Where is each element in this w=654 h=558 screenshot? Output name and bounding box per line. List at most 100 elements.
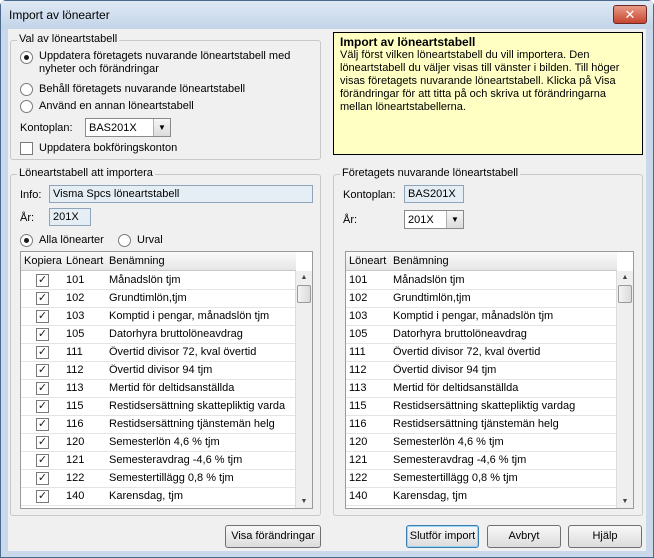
scroll-up-icon[interactable]: ▲ bbox=[617, 271, 633, 284]
copy-checkbox[interactable]: ✓ bbox=[36, 274, 49, 287]
salary-name: Restidsersättning tjänstemän helg bbox=[393, 418, 559, 430]
update-accounts-label: Uppdatera bokföringskonton bbox=[39, 142, 178, 154]
salary-code: 113 bbox=[349, 382, 367, 394]
import-info-field: Visma Spcs löneartstabell bbox=[49, 185, 313, 203]
scroll-thumb[interactable] bbox=[297, 285, 311, 303]
salary-code: 113 bbox=[66, 382, 84, 394]
salary-code: 121 bbox=[349, 454, 368, 466]
import-table-header: Kopiera Löneart Benämning bbox=[21, 252, 296, 271]
table-row[interactable]: 112 Övertid divisor 94 tjm bbox=[346, 362, 617, 380]
salary-name: Övertid divisor 72, kval övertid bbox=[109, 346, 257, 358]
salary-code: 112 bbox=[349, 364, 367, 376]
table-row[interactable]: 120 Semesterlön 4,6 % tjm bbox=[346, 434, 617, 452]
current-year-value: 201X bbox=[408, 214, 434, 226]
copy-checkbox[interactable]: ✓ bbox=[36, 346, 49, 359]
import-table-legend: Löneartstabell att importera bbox=[17, 167, 155, 179]
column-header-copy[interactable]: Kopiera bbox=[24, 255, 62, 267]
salary-name: Semesterlön 4,6 % tjm bbox=[109, 436, 220, 448]
import-table-scrollbar[interactable]: ▲ ▼ bbox=[295, 271, 312, 508]
import-dialog: Import av lönearter ✕ Val av löneartstab… bbox=[0, 0, 654, 558]
salary-code: 140 bbox=[66, 490, 85, 502]
table-row[interactable]: ✓ 101 Månadslön tjm bbox=[21, 272, 296, 290]
copy-checkbox[interactable]: ✓ bbox=[36, 310, 49, 323]
table-row[interactable]: ✓ 115 Restidsersättning skattepliktig vard… bbox=[21, 398, 296, 416]
salary-code: 120 bbox=[349, 436, 368, 448]
table-row[interactable]: ✓ 105 Datorhyra bruttolöneavdrag bbox=[21, 326, 296, 344]
salary-code: 120 bbox=[66, 436, 85, 448]
copy-checkbox[interactable]: ✓ bbox=[36, 328, 49, 341]
dialog-body: Val av löneartstabell Uppdatera företage… bbox=[8, 29, 646, 551]
scroll-down-icon[interactable]: ▼ bbox=[617, 495, 633, 508]
table-row[interactable]: 140 Karensdag, tjm bbox=[346, 488, 617, 506]
table-row[interactable]: ✓ 112 Övertid divisor 94 tjm bbox=[21, 362, 296, 380]
salary-name: Grundtimlön,tjm bbox=[109, 292, 187, 304]
update-accounts-checkbox[interactable] bbox=[20, 142, 33, 155]
salary-code: 116 bbox=[66, 418, 84, 430]
salary-name: Övertid divisor 72, kval övertid bbox=[393, 346, 541, 358]
table-row[interactable]: ✓ 116 Restidsersättning tjänstemän helg bbox=[21, 416, 296, 434]
copy-checkbox[interactable]: ✓ bbox=[36, 472, 49, 485]
finish-import-button[interactable]: Slutför import bbox=[406, 525, 479, 548]
salary-name: Mertid för deltidsanställda bbox=[393, 382, 519, 394]
scroll-down-icon[interactable]: ▼ bbox=[296, 495, 312, 508]
column-header-code[interactable]: Löneart bbox=[66, 255, 103, 267]
copy-checkbox[interactable]: ✓ bbox=[36, 436, 49, 449]
copy-checkbox[interactable]: ✓ bbox=[36, 364, 49, 377]
table-row[interactable]: ✓ 140 Karensdag, tjm bbox=[21, 488, 296, 506]
table-row[interactable]: 116 Restidsersättning tjänstemän helg bbox=[346, 416, 617, 434]
table-row[interactable]: 105 Datorhyra bruttolöneavdrag bbox=[346, 326, 617, 344]
salary-name: Månadslön tjm bbox=[393, 274, 465, 286]
selection-radio[interactable] bbox=[118, 234, 131, 247]
table-row[interactable]: 113 Mertid för deltidsanställda bbox=[346, 380, 617, 398]
column-header-code[interactable]: Löneart bbox=[349, 255, 386, 267]
import-table-grid: Kopiera Löneart Benämning ✓ 101 Månadslön … bbox=[20, 251, 313, 509]
table-row[interactable]: ✓ 103 Komptid i pengar, månadslön tjm bbox=[21, 308, 296, 326]
salary-code: 122 bbox=[349, 472, 368, 484]
current-table-scrollbar[interactable]: ▲ ▼ bbox=[616, 271, 633, 508]
salary-code: 105 bbox=[349, 328, 368, 340]
table-row[interactable]: ✓ 122 Semestertillägg 0,8 % tjm bbox=[21, 470, 296, 488]
all-salary-types-radio[interactable] bbox=[20, 234, 33, 247]
help-button[interactable]: Hjälp bbox=[568, 525, 642, 548]
salary-name: Månadslön tjm bbox=[109, 274, 181, 286]
copy-checkbox[interactable]: ✓ bbox=[36, 292, 49, 305]
scroll-thumb[interactable] bbox=[618, 285, 632, 303]
table-row[interactable]: ✓ 121 Semesteravdrag -4,6 % tjm bbox=[21, 452, 296, 470]
current-year-select[interactable]: 201X ▼ bbox=[404, 210, 464, 229]
copy-checkbox[interactable]: ✓ bbox=[36, 418, 49, 431]
table-row[interactable]: 115 Restidsersättning skattepliktig varda… bbox=[346, 398, 617, 416]
table-row[interactable]: 101 Månadslön tjm bbox=[346, 272, 617, 290]
salary-code: 140 bbox=[349, 490, 368, 502]
cancel-button[interactable]: Avbryt bbox=[487, 525, 561, 548]
update-table-radio[interactable] bbox=[20, 51, 33, 64]
table-row[interactable]: ✓ 113 Mertid för deltidsanställda bbox=[21, 380, 296, 398]
scroll-up-icon[interactable]: ▲ bbox=[296, 271, 312, 284]
column-header-name[interactable]: Benämning bbox=[393, 255, 449, 267]
copy-checkbox[interactable]: ✓ bbox=[36, 382, 49, 395]
salary-name: Grundtimlön,tjm bbox=[393, 292, 471, 304]
column-header-name[interactable]: Benämning bbox=[109, 255, 165, 267]
table-row[interactable]: 121 Semesteravdrag -4,6 % tjm bbox=[346, 452, 617, 470]
close-button[interactable]: ✕ bbox=[613, 5, 647, 24]
table-row[interactable]: ✓ 120 Semesterlön 4,6 % tjm bbox=[21, 434, 296, 452]
copy-checkbox[interactable]: ✓ bbox=[36, 490, 49, 503]
help-info-panel: Import av löneartstabell Välj först vilk… bbox=[333, 32, 643, 155]
other-table-radio[interactable] bbox=[20, 100, 33, 113]
table-row[interactable]: ✓ 102 Grundtimlön,tjm bbox=[21, 290, 296, 308]
keep-table-radio[interactable] bbox=[20, 83, 33, 96]
copy-checkbox[interactable]: ✓ bbox=[36, 400, 49, 413]
copy-checkbox[interactable]: ✓ bbox=[36, 454, 49, 467]
current-kontoplan-label: Kontoplan: bbox=[343, 189, 396, 201]
table-row[interactable]: 111 Övertid divisor 72, kval övertid bbox=[346, 344, 617, 362]
table-row[interactable]: 103 Komptid i pengar, månadslön tjm bbox=[346, 308, 617, 326]
table-row[interactable]: 122 Semestertillägg 0,8 % tjm bbox=[346, 470, 617, 488]
salary-name: Restidsersättning tjänstemän helg bbox=[109, 418, 275, 430]
show-changes-button[interactable]: Visa förändringar bbox=[225, 525, 321, 548]
salary-code: 111 bbox=[66, 346, 83, 358]
table-row[interactable]: ✓ 111 Övertid divisor 72, kval övertid bbox=[21, 344, 296, 362]
kontoplan-select[interactable]: BAS201X ▼ bbox=[85, 118, 171, 137]
salary-code: 103 bbox=[66, 310, 85, 322]
table-row[interactable]: 102 Grundtimlön,tjm bbox=[346, 290, 617, 308]
current-kontoplan-field: BAS201X bbox=[404, 185, 464, 203]
title-bar[interactable]: Import av lönearter ✕ bbox=[1, 1, 653, 29]
